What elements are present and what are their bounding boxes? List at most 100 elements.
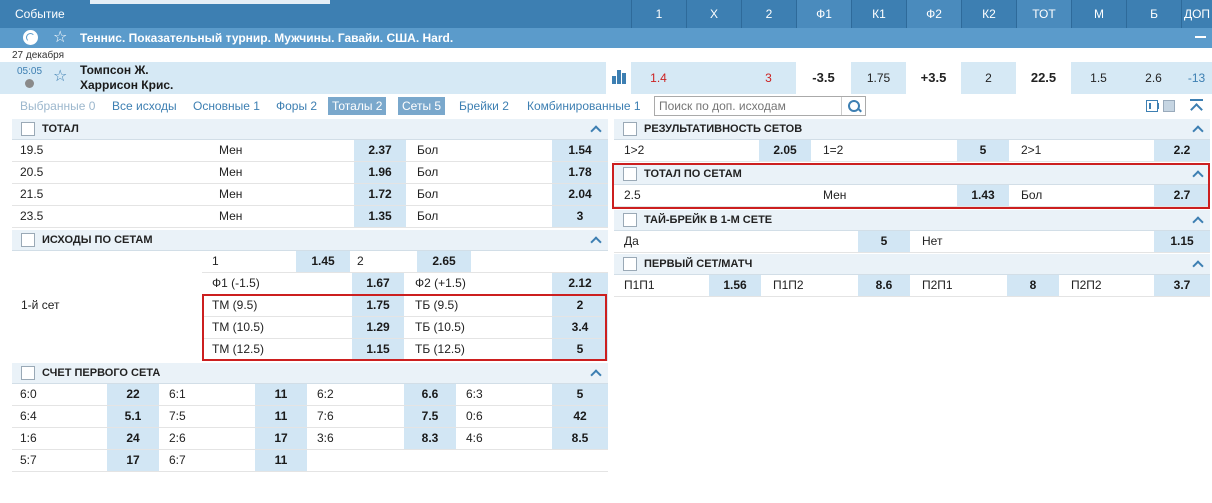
outcome-odd-1[interactable]: 1.45 (296, 251, 350, 272)
score-odd[interactable]: 11 (255, 450, 307, 471)
column-header-extra[interactable]: ДОП (1181, 0, 1212, 28)
column-header-under[interactable]: М (1071, 0, 1126, 28)
tab-selected[interactable]: Выбранные 0 (16, 97, 99, 115)
score-odd[interactable]: 24 (107, 428, 159, 449)
outcome-odd-2[interactable]: 2.65 (417, 251, 471, 272)
score-odd[interactable]: 42 (552, 406, 608, 427)
total-market-header[interactable]: ТОТАЛ (12, 119, 608, 140)
column-header-over[interactable]: Б (1126, 0, 1181, 28)
tab-sets[interactable]: Сеты 5 (398, 97, 446, 115)
over-odd[interactable]: 1.78 (552, 162, 608, 183)
tiebreak-header[interactable]: ТАЙ-БРЕЙК В 1-М СЕТЕ (614, 210, 1210, 231)
over-odd[interactable]: 1.54 (552, 140, 608, 161)
statistics-icon[interactable] (612, 70, 628, 84)
score-odd[interactable]: 11 (255, 406, 307, 427)
total-market-checkbox[interactable] (21, 122, 35, 136)
score-odd[interactable]: 17 (255, 428, 307, 449)
score-odd[interactable]: 6.6 (404, 384, 456, 405)
collapse-all-icon[interactable] (1189, 98, 1205, 114)
first-set-match-checkbox[interactable] (623, 257, 637, 271)
score-odd[interactable]: 22 (107, 384, 159, 405)
column-header-k2[interactable]: К2 (961, 0, 1016, 28)
tab-all[interactable]: Все исходы (108, 97, 181, 115)
chevron-up-icon[interactable] (590, 236, 602, 248)
total-by-sets-checkbox[interactable] (623, 167, 637, 181)
outcome-odd[interactable]: 3.7 (1154, 275, 1210, 296)
one-column-view-icon[interactable] (1163, 100, 1175, 112)
set-outcomes-header[interactable]: ИСХОДЫ ПО СЕТАМ (12, 230, 608, 251)
first-set-score-header[interactable]: СЧЕТ ПЕРВОГО СЕТА (12, 363, 608, 384)
total-under-odd[interactable]: 1.5 (1071, 62, 1126, 94)
score-odd[interactable]: 8.5 (552, 428, 608, 449)
chevron-up-icon[interactable] (1192, 260, 1204, 272)
search-input[interactable] (655, 97, 839, 115)
outcome-odd[interactable]: 8 (1007, 275, 1059, 296)
score-odd[interactable]: 17 (107, 450, 159, 471)
outcome-odd-1[interactable]: 1.67 (352, 273, 404, 294)
sets-productivity-header[interactable]: РЕЗУЛЬТАТИВНОСТЬ СЕТОВ (614, 119, 1210, 140)
score-odd[interactable]: 5 (552, 384, 608, 405)
tab-totals[interactable]: Тоталы 2 (328, 97, 387, 115)
under-odd[interactable]: 1.96 (354, 162, 406, 183)
yes-odd[interactable]: 5 (858, 231, 910, 252)
outcome-odd-1[interactable]: 1.75 (352, 295, 404, 316)
chevron-up-icon[interactable] (1192, 170, 1204, 182)
score-odd[interactable]: 7.5 (404, 406, 456, 427)
outcome-odd-2[interactable]: 5 (552, 339, 608, 360)
odd-win-2[interactable]: 3 (741, 62, 796, 94)
column-header-total[interactable]: ТОТ (1016, 0, 1071, 28)
favorite-star-icon[interactable]: ☆ (53, 28, 67, 48)
score-odd[interactable]: 11 (255, 384, 307, 405)
column-header-x[interactable]: X (686, 0, 741, 28)
total-by-sets-header[interactable]: ТОТАЛ ПО СЕТАМ (614, 164, 1210, 185)
score-odd[interactable]: 8.3 (404, 428, 456, 449)
set-outcomes-checkbox[interactable] (21, 233, 35, 247)
sets-productivity-checkbox[interactable] (623, 122, 637, 136)
outcome-odd-1[interactable]: 1.15 (352, 339, 404, 360)
outcome-odd[interactable]: 1.56 (709, 275, 761, 296)
outcome-odd[interactable]: 2.2 (1154, 140, 1210, 161)
column-header-2[interactable]: 2 (741, 0, 796, 28)
column-header-f1[interactable]: Ф1 (796, 0, 851, 28)
team-2-name[interactable]: Харрисон Крис. (80, 78, 173, 92)
over-odd[interactable]: 3 (552, 206, 608, 227)
column-header-1[interactable]: 1 (631, 0, 686, 28)
column-header-k1[interactable]: К1 (851, 0, 906, 28)
event-favorite-star-icon[interactable]: ☆ (53, 66, 67, 86)
play-icon[interactable] (25, 79, 34, 88)
over-odd[interactable]: 2.7 (1154, 185, 1210, 206)
tiebreak-checkbox[interactable] (623, 213, 637, 227)
tab-breaks[interactable]: Брейки 2 (455, 97, 513, 115)
under-odd[interactable]: 1.35 (354, 206, 406, 227)
under-odd[interactable]: 1.72 (354, 184, 406, 205)
chevron-up-icon[interactable] (590, 369, 602, 381)
total-over-odd[interactable]: 2.6 (1126, 62, 1181, 94)
first-set-match-header[interactable]: ПЕРВЫЙ СЕТ/МАТЧ (614, 254, 1210, 275)
handicap-1-odd[interactable]: 1.75 (851, 62, 906, 94)
outcome-odd[interactable]: 2.05 (759, 140, 811, 161)
chevron-up-icon[interactable] (590, 125, 602, 137)
collapse-league-icon[interactable] (1195, 36, 1206, 38)
score-odd[interactable]: 5.1 (107, 406, 159, 427)
column-header-f2[interactable]: Ф2 (906, 0, 961, 28)
team-1-name[interactable]: Томпсон Ж. (80, 63, 149, 77)
over-odd[interactable]: 2.04 (552, 184, 608, 205)
under-odd[interactable]: 2.37 (354, 140, 406, 161)
outcome-odd-1[interactable]: 1.29 (352, 317, 404, 338)
outcome-odd[interactable]: 8.6 (858, 275, 910, 296)
tab-handicaps[interactable]: Форы 2 (272, 97, 321, 115)
outcome-odd-2[interactable]: 2.12 (552, 273, 608, 294)
no-odd[interactable]: 1.15 (1154, 231, 1210, 252)
outcome-odd-2[interactable]: 2 (552, 295, 608, 316)
handicap-2-odd[interactable]: 2 (961, 62, 1016, 94)
extra-markets-count[interactable]: -13 (1181, 62, 1212, 94)
search-icon[interactable] (841, 97, 865, 115)
two-column-view-icon[interactable] (1146, 100, 1159, 112)
chevron-up-icon[interactable] (1192, 125, 1204, 137)
chevron-up-icon[interactable] (1192, 216, 1204, 228)
odd-win-1[interactable]: 1.4 (631, 62, 686, 94)
first-set-score-checkbox[interactable] (21, 366, 35, 380)
outcome-odd[interactable]: 5 (957, 140, 1009, 161)
odd-draw[interactable] (686, 62, 741, 94)
tab-main[interactable]: Основные 1 (189, 97, 264, 115)
